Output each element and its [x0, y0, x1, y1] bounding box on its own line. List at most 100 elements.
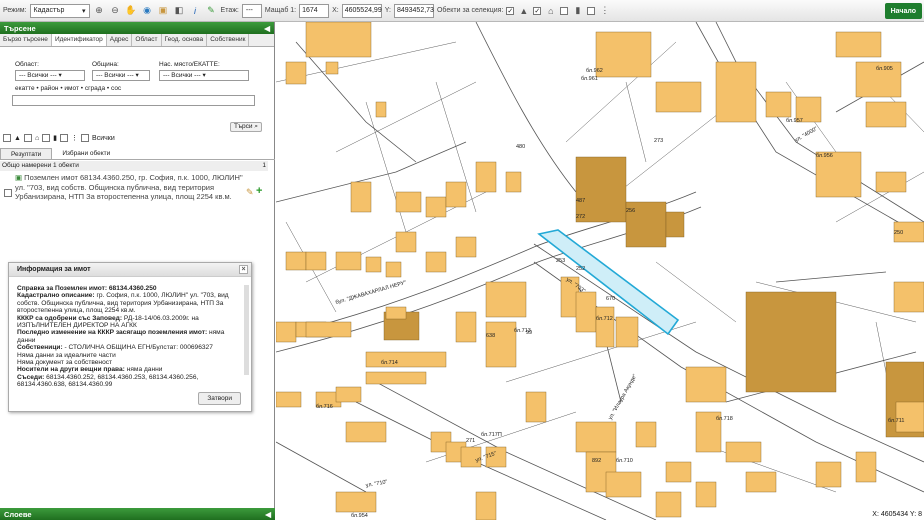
- building-footprint[interactable]: [765, 91, 792, 118]
- filter-checkbox-4[interactable]: [60, 134, 69, 142]
- building-footprint[interactable]: [475, 491, 497, 520]
- identifier-input[interactable]: [12, 95, 255, 106]
- object-checkbox-parcel[interactable]: ✓: [506, 6, 515, 15]
- object-checkbox-apartment[interactable]: [587, 6, 596, 15]
- object-checkbox-building[interactable]: ✓: [533, 6, 542, 15]
- scale-input[interactable]: 1674: [299, 3, 330, 18]
- building-footprint[interactable]: [445, 181, 467, 208]
- building-footprint[interactable]: [725, 441, 762, 463]
- building-footprint[interactable]: [893, 281, 924, 313]
- building-footprint[interactable]: [425, 196, 447, 218]
- building-footprint[interactable]: [655, 491, 682, 518]
- edit-icon[interactable]: ✎: [246, 187, 254, 198]
- collapse-left-icon[interactable]: ◀: [264, 24, 270, 33]
- building-footprint[interactable]: [276, 391, 302, 408]
- building-footprint[interactable]: [395, 191, 422, 213]
- mode-select[interactable]: Кадастър ▾: [29, 3, 90, 18]
- building-footprint[interactable]: [285, 61, 307, 85]
- building-footprint[interactable]: [485, 321, 517, 368]
- building-footprint[interactable]: [425, 251, 447, 273]
- building-footprint[interactable]: [575, 291, 597, 333]
- building-footprint[interactable]: [605, 471, 642, 498]
- layers-bar[interactable]: Слоеве ◀: [0, 508, 275, 520]
- tab-selected-objects[interactable]: Избрани обекти: [52, 148, 120, 159]
- tab-identifier[interactable]: Идентификатор: [51, 34, 107, 46]
- building-footprint[interactable]: [855, 451, 877, 483]
- building-footprint[interactable]: [695, 481, 717, 508]
- globe-icon[interactable]: ◉: [141, 4, 154, 17]
- building-footprint[interactable]: [335, 251, 362, 271]
- building-footprint[interactable]: [475, 161, 497, 193]
- filter-checkbox-2[interactable]: [23, 134, 32, 142]
- building-footprint[interactable]: [575, 156, 627, 223]
- building-footprint[interactable]: [395, 231, 417, 253]
- building-footprint[interactable]: [655, 81, 702, 113]
- zoom-out-icon[interactable]: ⊖: [109, 4, 122, 17]
- building-footprint[interactable]: [305, 321, 352, 338]
- building-footprint[interactable]: [385, 306, 407, 320]
- building-footprint[interactable]: [685, 366, 727, 403]
- building-footprint[interactable]: [305, 251, 327, 271]
- zoom-in-icon[interactable]: ⊕: [93, 4, 106, 17]
- layer-icon[interactable]: ◧: [173, 4, 186, 17]
- building-footprint[interactable]: [595, 31, 652, 78]
- pan-hand-icon[interactable]: ✋: [125, 4, 138, 17]
- building-footprint[interactable]: [575, 421, 617, 453]
- result-item[interactable]: ▣ Поземлен имот 68134.4360.250, гр. Софи…: [15, 173, 243, 202]
- tab-results[interactable]: Резултати: [0, 148, 53, 159]
- building-footprint[interactable]: [375, 101, 387, 118]
- building-footprint[interactable]: [485, 281, 527, 318]
- tab-owner[interactable]: Собственик: [207, 34, 250, 46]
- building-footprint[interactable]: [345, 421, 387, 443]
- building-footprint[interactable]: [276, 321, 297, 343]
- building-footprint[interactable]: [865, 101, 907, 128]
- object-checkbox-unit[interactable]: [560, 6, 569, 15]
- building-footprint[interactable]: [455, 236, 477, 258]
- building-footprint[interactable]: [635, 421, 657, 448]
- building-footprint[interactable]: [365, 351, 447, 368]
- building-footprint[interactable]: [335, 386, 362, 403]
- close-dialog-button[interactable]: Затвори: [198, 392, 241, 405]
- y-coordinate-input[interactable]: 8493452,73: [393, 3, 434, 18]
- settlement-select[interactable]: --- Всички --- ▾: [159, 70, 249, 81]
- building-footprint[interactable]: [365, 371, 427, 385]
- floor-select[interactable]: ---: [241, 3, 262, 18]
- building-footprint[interactable]: [365, 256, 382, 273]
- add-icon[interactable]: +: [256, 185, 262, 197]
- map-canvas[interactable]: ул. "703" бул. "ДЖАВАХАРЛАЛ НЕРУ" ул. "Ила…: [276, 22, 924, 520]
- building-footprint[interactable]: [335, 491, 377, 513]
- search-button[interactable]: Търси ⌕: [230, 122, 262, 132]
- building-footprint[interactable]: [325, 61, 339, 75]
- tab-region[interactable]: Област: [132, 34, 162, 46]
- area-select[interactable]: --- Всички --- ▾: [15, 70, 85, 81]
- municipality-select[interactable]: --- Всички --- ▾: [92, 70, 150, 81]
- tab-geodetic[interactable]: Геод. основа: [162, 34, 208, 46]
- building-footprint[interactable]: [745, 471, 777, 493]
- start-button[interactable]: Начало: [884, 3, 922, 19]
- result-checkbox[interactable]: [4, 189, 12, 197]
- tab-address[interactable]: Адрес: [107, 34, 133, 46]
- building-footprint[interactable]: [715, 61, 757, 123]
- all-checkbox[interactable]: [81, 134, 90, 142]
- building-footprint[interactable]: [455, 311, 477, 343]
- filter-checkbox-1[interactable]: [3, 134, 11, 142]
- measure-icon[interactable]: ✎: [205, 4, 218, 17]
- building-footprint[interactable]: [815, 461, 842, 488]
- building-footprint[interactable]: [665, 211, 685, 238]
- dialog-scrollbar[interactable]: [244, 285, 249, 375]
- building-footprint[interactable]: [615, 316, 639, 348]
- building-footprint[interactable]: [875, 171, 907, 193]
- building-footprint[interactable]: [385, 261, 402, 278]
- select-icon[interactable]: ▣: [157, 4, 170, 17]
- building-footprint[interactable]: [350, 181, 372, 213]
- tab-quick-search[interactable]: Бързо търсене: [0, 34, 52, 46]
- building-footprint[interactable]: [595, 306, 615, 348]
- building-footprint[interactable]: [505, 171, 522, 193]
- info-icon[interactable]: i: [189, 4, 202, 17]
- building-footprint[interactable]: [305, 22, 372, 58]
- building-footprint[interactable]: [525, 391, 547, 423]
- x-coordinate-input[interactable]: 4605524,99: [341, 3, 382, 18]
- map-svg[interactable]: ул. "703"бул. "ДЖАВАХАРЛАЛ НЕРУ"ул. "Ила…: [276, 22, 924, 520]
- building-footprint[interactable]: [665, 461, 692, 483]
- building-footprint[interactable]: [835, 31, 882, 58]
